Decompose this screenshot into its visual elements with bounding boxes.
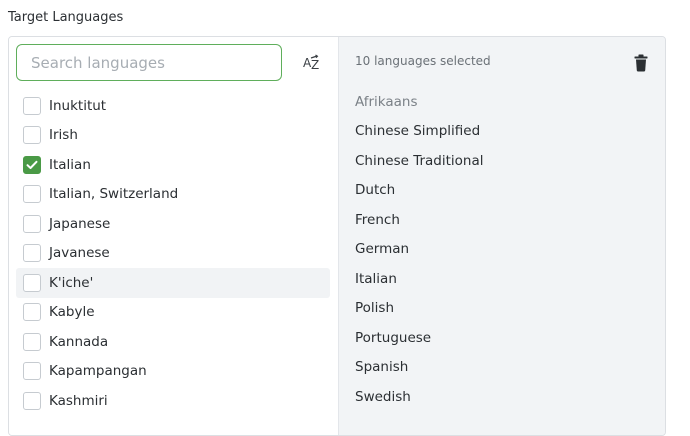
language-option-label: Italian [49,156,91,173]
checkmark-icon [26,160,38,169]
selected-language-list: Afrikaans Chinese Simplified Chinese Tradi… [355,87,645,412]
selected-language-item[interactable]: Afrikaans [355,87,645,117]
selected-language-item[interactable]: Dutch [355,176,645,206]
checkbox[interactable] [23,244,41,263]
language-picker-panel: A Z Inuktitut Irish Italian Italian, Switze… [8,36,666,436]
checkbox[interactable] [23,126,41,145]
language-option[interactable]: K'iche' [16,268,330,298]
checkbox[interactable] [23,273,41,292]
language-list: Inuktitut Irish Italian Italian, Switzerlan… [16,91,330,416]
selected-language-item[interactable]: Portuguese [355,323,645,353]
language-option-label: Kannada [49,333,109,350]
language-option[interactable]: Javanese [16,239,330,269]
selected-language-item[interactable]: Chinese Traditional [355,146,645,176]
selected-languages-pane: 10 languages selected Afrikaans Chinese S… [338,37,665,435]
checkbox[interactable] [23,332,41,351]
selected-language-item[interactable]: Chinese Simplified [355,117,645,147]
field-label: Target Languages [8,10,124,25]
checkbox[interactable] [23,214,41,233]
sort-button[interactable]: A Z [297,50,327,76]
language-option[interactable]: Kabyle [16,298,330,328]
checkbox[interactable] [23,391,41,410]
available-languages-pane: A Z Inuktitut Irish Italian Italian, Switze… [9,37,338,435]
svg-text:Z: Z [311,58,319,72]
search-input[interactable] [16,44,282,81]
selected-language-item[interactable]: Italian [355,264,645,294]
selected-language-item[interactable]: Spanish [355,353,645,383]
checkbox[interactable] [23,362,41,381]
language-option-label: Inuktitut [49,97,107,114]
language-option-label: Javanese [49,245,110,262]
language-option[interactable]: Italian [16,150,330,180]
language-option[interactable]: Japanese [16,209,330,239]
language-option-label: Kabyle [49,304,95,321]
language-option-label: Italian, Switzerland [49,186,179,203]
language-option-label: K'iche' [49,274,94,291]
sort-alpha-icon: A Z [303,54,319,72]
checkbox[interactable] [23,185,41,204]
language-option[interactable]: Kannada [16,327,330,357]
language-option-label: Irish [49,127,78,144]
language-option[interactable]: Inuktitut [16,91,330,121]
language-option-label: Japanese [49,215,111,232]
selected-count: 10 languages selected [355,54,491,68]
selected-language-item[interactable]: German [355,235,645,265]
checkbox[interactable] [23,96,41,115]
selected-language-item[interactable]: French [355,205,645,235]
language-option-label: Kashmiri [49,392,108,409]
language-option[interactable]: Kashmiri [16,386,330,416]
language-option[interactable]: Kapampangan [16,357,330,387]
selected-language-item[interactable]: Swedish [355,382,645,412]
checkbox[interactable] [23,155,41,174]
language-option-label: Kapampangan [49,363,147,380]
language-option[interactable]: Irish [16,121,330,151]
checkbox[interactable] [23,303,41,322]
selected-language-item[interactable]: Polish [355,294,645,324]
trash-icon[interactable] [633,54,649,72]
language-option[interactable]: Italian, Switzerland [16,180,330,210]
